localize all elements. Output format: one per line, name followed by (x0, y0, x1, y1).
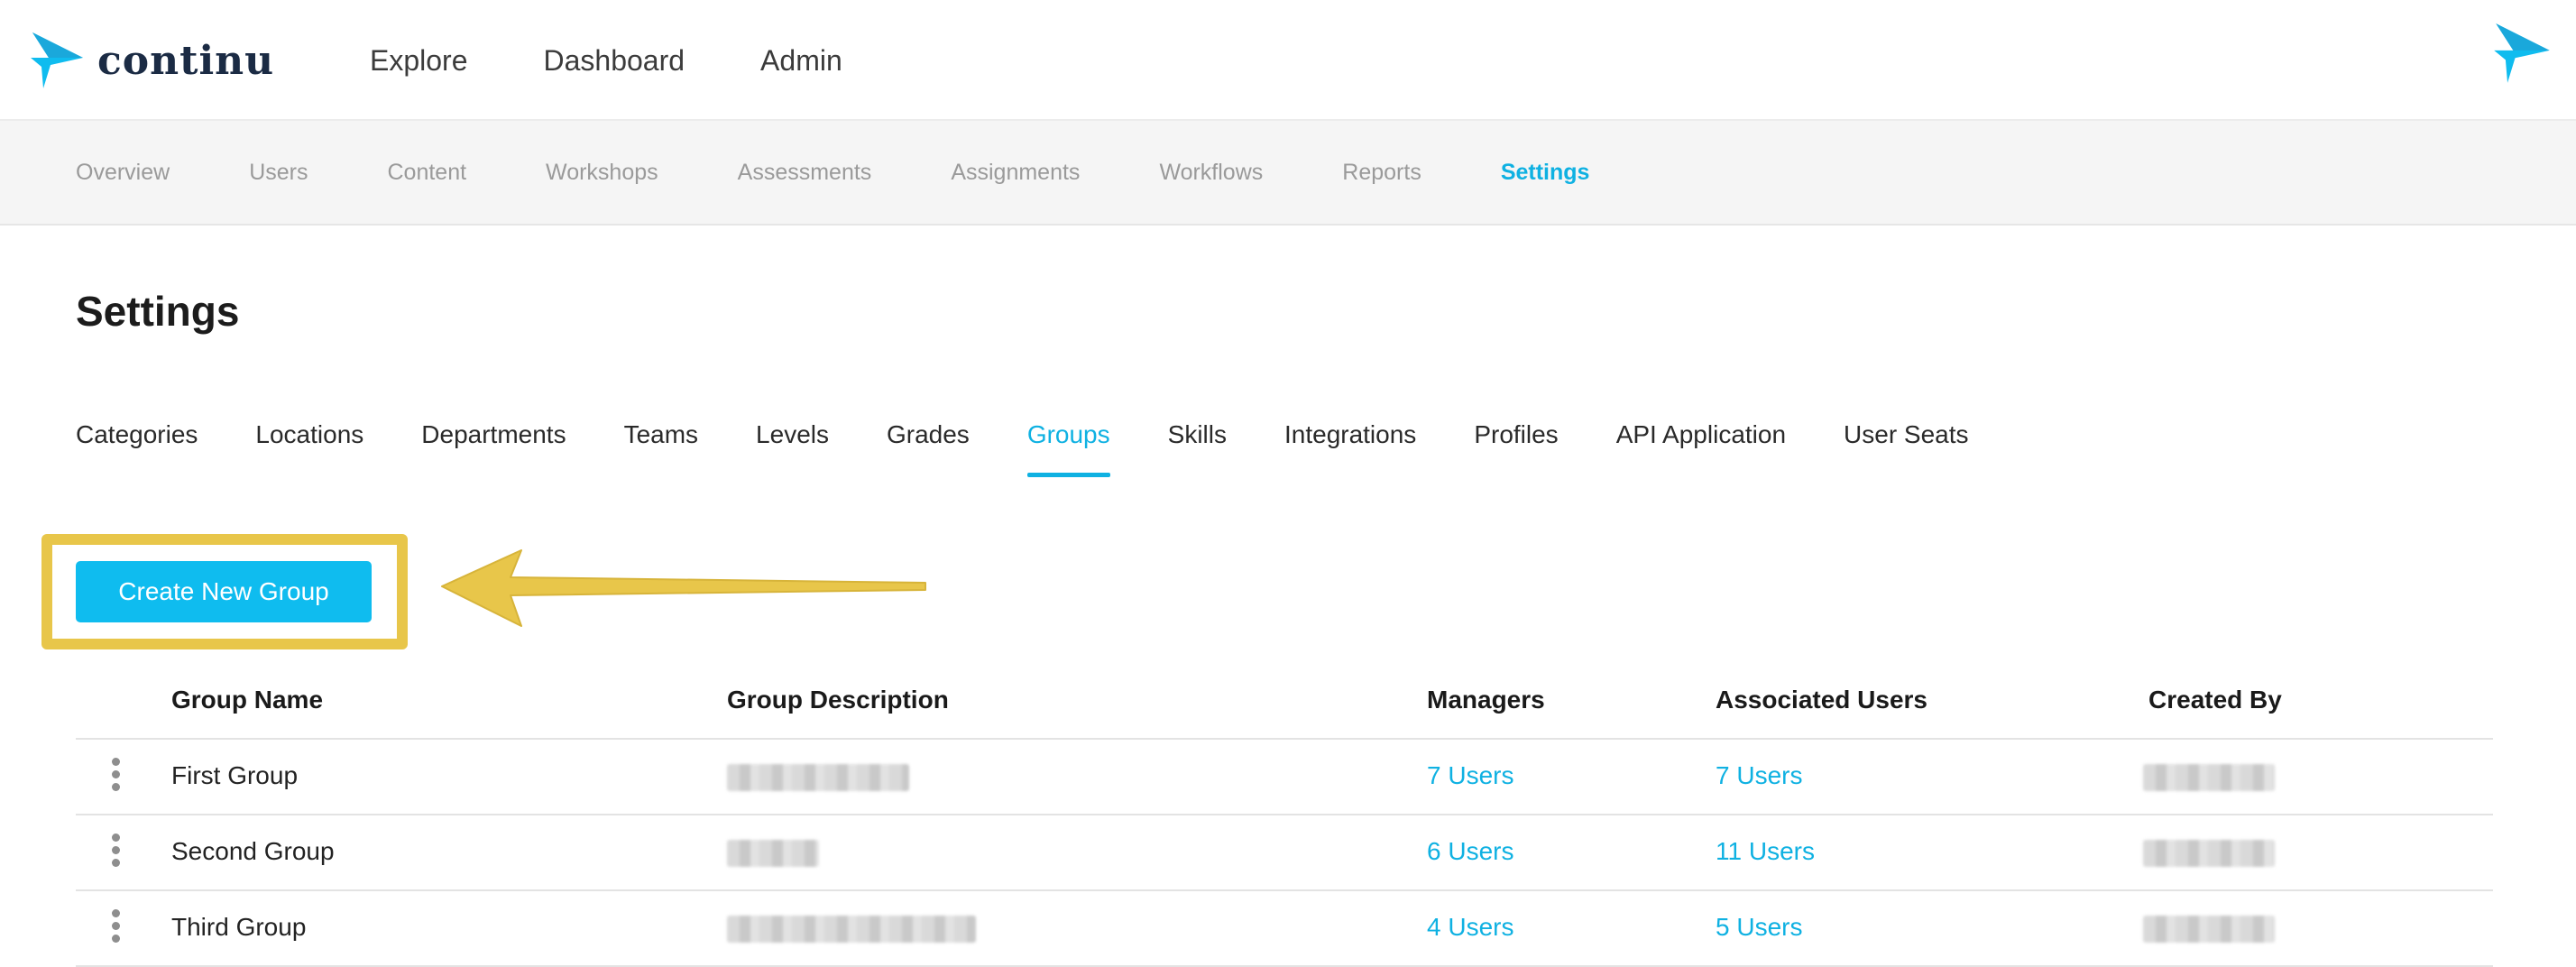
associated-users-link[interactable]: 11 Users (1716, 837, 1815, 866)
subnav-assessments[interactable]: Assessments (738, 160, 872, 186)
tab-categories[interactable]: Categories (76, 420, 198, 480)
table-header: Group Name Group Description Managers As… (76, 668, 2493, 740)
continu-logo-icon (31, 32, 83, 88)
subnav-assignments[interactable]: Assignments (951, 160, 1080, 186)
tab-departments[interactable]: Departments (421, 420, 566, 480)
tab-locations[interactable]: Locations (255, 420, 363, 480)
subnav-workshops[interactable]: Workshops (546, 160, 658, 186)
header-group-name[interactable]: Group Name (171, 686, 323, 714)
tab-groups[interactable]: Groups (1026, 420, 1110, 480)
admin-subnav: Overview Users Content Workshops Assessm… (0, 121, 2576, 226)
tab-api-application[interactable]: API Application (1616, 420, 1786, 480)
tab-integrations[interactable]: Integrations (1284, 420, 1416, 480)
group-name: Third Group (171, 913, 307, 941)
table-row: Second Group 6 Users 11 Users (76, 815, 2493, 891)
header-associated-users[interactable]: Associated Users (1716, 686, 1927, 714)
group-description-redacted (727, 761, 909, 791)
brand-logo[interactable]: continu (31, 31, 274, 90)
managers-link[interactable]: 6 Users (1427, 837, 1513, 866)
subnav-overview[interactable]: Overview (76, 160, 170, 186)
managers-link[interactable]: 7 Users (1427, 761, 1513, 790)
continu-logo-icon (2494, 23, 2550, 83)
kebab-menu-icon[interactable] (108, 758, 123, 797)
header-created-by[interactable]: Created By (2148, 686, 2282, 714)
create-new-group-button[interactable]: Create New Group (76, 561, 372, 622)
settings-tabs: Categories Locations Departments Teams L… (76, 420, 2027, 484)
topnav-admin[interactable]: Admin (760, 44, 842, 78)
created-by-redacted (2143, 837, 2275, 867)
topnav-dashboard[interactable]: Dashboard (544, 44, 685, 78)
subnav-settings[interactable]: Settings (1501, 160, 1590, 186)
tab-skills[interactable]: Skills (1168, 420, 1227, 480)
page-title: Settings (76, 288, 240, 335)
tab-grades[interactable]: Grades (887, 420, 970, 480)
subnav-workflows[interactable]: Workflows (1159, 160, 1263, 186)
created-by-redacted (2143, 913, 2275, 943)
corner-logo[interactable] (2493, 22, 2553, 89)
group-description-redacted (727, 913, 976, 943)
managers-link[interactable]: 4 Users (1427, 913, 1513, 942)
group-name: Second Group (171, 837, 335, 865)
arrow-annotation-icon (441, 549, 926, 627)
subnav-users[interactable]: Users (249, 160, 308, 186)
subnav-reports[interactable]: Reports (1342, 160, 1421, 186)
group-description-redacted (727, 837, 819, 867)
kebab-menu-icon[interactable] (108, 909, 123, 949)
associated-users-link[interactable]: 7 Users (1716, 761, 1802, 790)
header-group-description[interactable]: Group Description (727, 686, 949, 714)
header-managers[interactable]: Managers (1427, 686, 1545, 714)
tab-teams[interactable]: Teams (624, 420, 698, 480)
table-row: First Group 7 Users 7 Users (76, 740, 2493, 815)
top-nav: Explore Dashboard Admin (370, 0, 918, 121)
brand-name: continu (97, 37, 275, 84)
subnav-content[interactable]: Content (387, 160, 466, 186)
table-row: Third Group 4 Users 5 Users (76, 891, 2493, 967)
groups-table: Group Name Group Description Managers As… (76, 668, 2493, 967)
group-name: First Group (171, 761, 299, 789)
tab-levels[interactable]: Levels (756, 420, 829, 480)
created-by-redacted (2143, 761, 2275, 791)
topnav-explore[interactable]: Explore (370, 44, 468, 78)
top-header: continu Explore Dashboard Admin (0, 0, 2576, 121)
tab-profiles[interactable]: Profiles (1474, 420, 1558, 480)
associated-users-link[interactable]: 5 Users (1716, 913, 1802, 942)
tab-user-seats[interactable]: User Seats (1844, 420, 1969, 480)
kebab-menu-icon[interactable] (108, 833, 123, 873)
